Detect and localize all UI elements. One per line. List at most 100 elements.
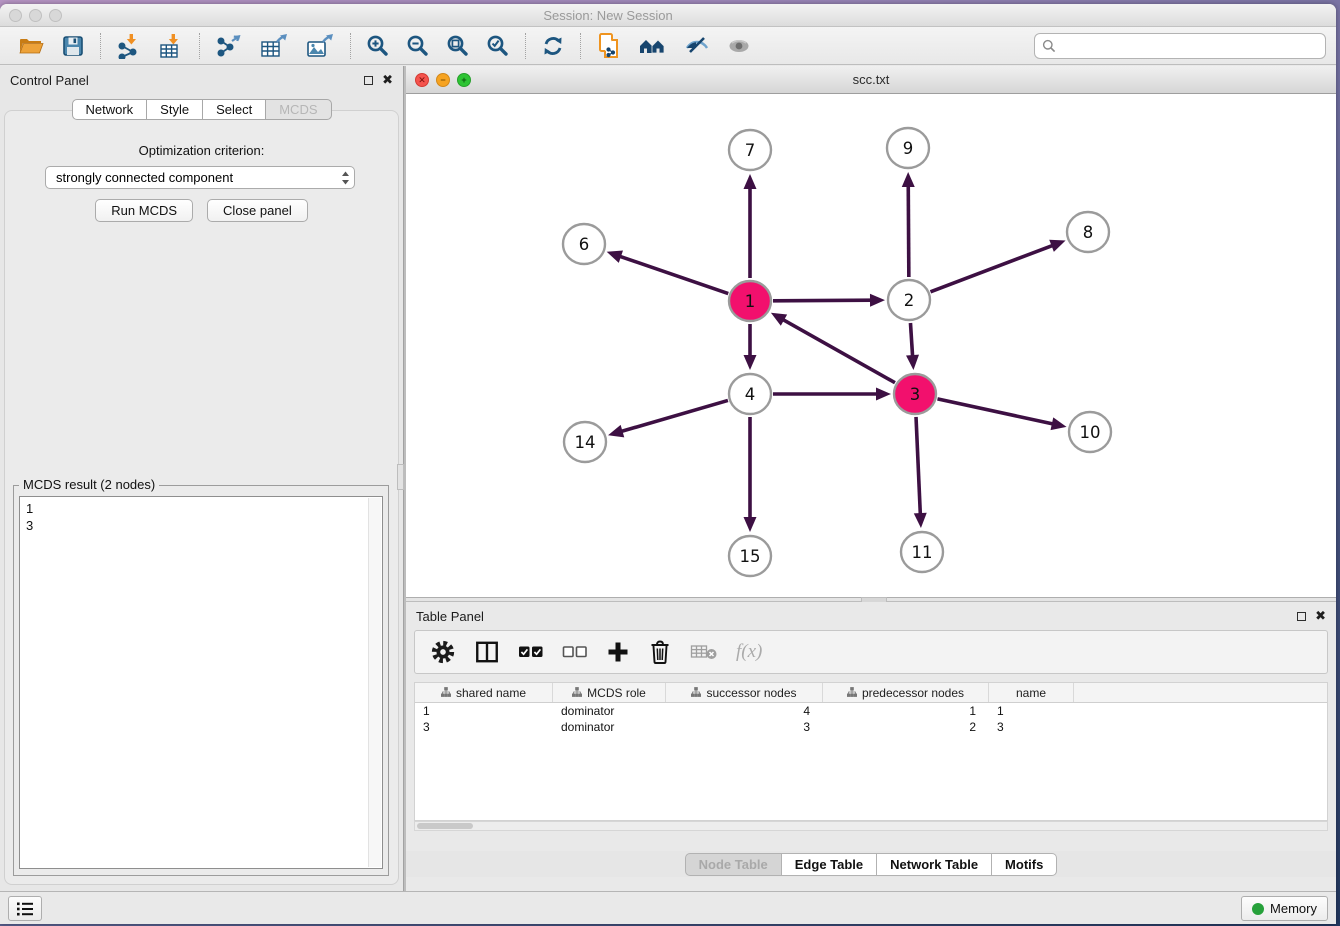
svg-text:6: 6 [579,235,590,254]
graph-edge-2-8[interactable] [931,240,1066,292]
tab-mcds[interactable]: MCDS [266,99,331,120]
cell-shared-name: 3 [415,720,553,734]
graph-edge-3-11[interactable] [914,417,927,528]
graph-node-15[interactable]: 15 [729,536,771,576]
graph-node-14[interactable]: 14 [564,422,606,462]
graph-node-1[interactable]: 1 [729,281,771,321]
float-panel-icon[interactable] [364,76,373,85]
svg-text:2: 2 [904,291,915,310]
column-header-predecessor-nodes[interactable]: predecessor nodes [823,683,989,702]
graph-node-2[interactable]: 2 [888,280,930,320]
graph-node-4[interactable]: 4 [729,374,771,414]
tab-network-table[interactable]: Network Table [877,853,992,876]
first-neighbors-button[interactable] [636,32,670,60]
svg-text:7: 7 [745,141,756,160]
result-scrollbar[interactable] [368,498,381,867]
open-session-button[interactable] [16,32,47,60]
graph-node-11[interactable]: 11 [901,532,943,572]
zoom-selected-button[interactable] [484,32,512,60]
zoom-in-button[interactable] [364,32,392,60]
show-all-button[interactable] [724,32,754,60]
hide-selected-button[interactable] [682,32,712,60]
graph-node-6[interactable]: 6 [563,224,605,264]
graph-edge-1-7[interactable] [744,174,757,278]
table-hscroll-thumb[interactable] [417,823,473,829]
graph-edge-1-4[interactable] [744,324,757,370]
network-view-window: ✕ − + scc.txt 7968124314101511 [406,66,1336,597]
deselect-all-icon [562,645,588,659]
network-minimize-button[interactable]: − [436,73,450,87]
graph-edge-4-3[interactable] [773,388,891,401]
zoom-out-button[interactable] [404,32,432,60]
table-row[interactable]: 3dominator323 [415,719,1327,735]
tab-select[interactable]: Select [203,99,266,120]
close-panel-icon[interactable]: ✖ [382,75,393,85]
save-session-button[interactable] [59,32,87,60]
graph-edge-2-9[interactable] [902,172,915,277]
column-header-shared-name[interactable]: shared name [415,683,553,702]
export-table-icon [259,33,289,59]
graph-edge-4-14[interactable] [608,400,728,437]
tab-edge-table[interactable]: Edge Table [782,853,877,876]
svg-text:8: 8 [1083,223,1094,242]
graph-edge-1-6[interactable] [607,251,729,294]
tab-node-table[interactable]: Node Table [685,853,782,876]
table-tabs-strip: Node TableEdge TableNetwork TableMotifs [406,851,1336,877]
graph-edge-4-15[interactable] [744,417,757,532]
run-mcds-button[interactable]: Run MCDS [95,199,193,222]
deselect-all-button[interactable] [562,645,588,659]
task-history-button[interactable] [8,896,42,921]
tab-style[interactable]: Style [147,99,203,120]
network-canvas[interactable]: 7 9 6 8 1 2 4 3 14 10 15 11 [406,94,1336,597]
open-folder-icon [18,34,45,58]
table-hscrollbar[interactable] [414,821,1328,831]
new-network-from-selection-button[interactable] [594,30,624,62]
import-network-icon [116,33,142,59]
export-table-button[interactable] [257,31,291,61]
delete-column-button[interactable] [648,639,672,665]
tab-network[interactable]: Network [71,99,147,120]
vertical-splitter-handle[interactable] [397,464,404,490]
list-icon [16,901,34,917]
column-header-name[interactable]: name [989,683,1074,702]
graph-node-3[interactable]: 3 [894,374,936,414]
column-header-successor-nodes[interactable]: successor nodes [666,683,823,702]
graph-node-10[interactable]: 10 [1069,412,1111,452]
zoom-fit-button[interactable] [444,32,472,60]
import-network-button[interactable] [114,31,144,61]
graph-edge-3-10[interactable] [937,399,1066,430]
graph-node-7[interactable]: 7 [729,130,771,170]
tab-motifs[interactable]: Motifs [992,853,1057,876]
table-row[interactable]: 1dominator411 [415,703,1327,719]
sort-icon [847,686,857,700]
memory-button[interactable]: Memory [1241,896,1328,921]
search-input[interactable] [1061,38,1318,53]
cell-predecessor-nodes: 1 [823,704,989,718]
zoom-out-icon [406,34,430,58]
chevron-updown-icon [341,170,350,186]
graph-edge-2-3[interactable] [906,323,919,370]
close-table-panel-icon[interactable]: ✖ [1315,611,1326,621]
select-all-button[interactable] [518,645,544,659]
export-image-button[interactable] [303,31,337,61]
refresh-view-button[interactable] [539,32,567,60]
export-network-button[interactable] [213,31,245,61]
criterion-dropdown[interactable]: strongly connected component [45,166,355,189]
cell-successor-nodes: 3 [666,720,823,734]
column-header-mcds-role[interactable]: MCDS role [553,683,666,702]
svg-text:9: 9 [903,139,914,158]
add-column-button[interactable] [606,640,630,664]
column-layout-button[interactable] [474,639,500,665]
graph-edge-3-1[interactable] [771,313,895,383]
function-builder-button[interactable]: f(x) [736,641,762,663]
float-table-panel-icon[interactable] [1297,612,1306,621]
import-table-button[interactable] [156,31,186,61]
network-close-button[interactable]: ✕ [415,73,429,87]
graph-node-8[interactable]: 8 [1067,212,1109,252]
table-options-button[interactable] [430,639,456,665]
graph-edge-1-2[interactable] [773,294,885,307]
delete-table-button[interactable] [690,642,718,662]
network-zoom-button[interactable]: + [457,73,471,87]
close-panel-button[interactable]: Close panel [207,199,308,222]
graph-node-9[interactable]: 9 [887,128,929,168]
